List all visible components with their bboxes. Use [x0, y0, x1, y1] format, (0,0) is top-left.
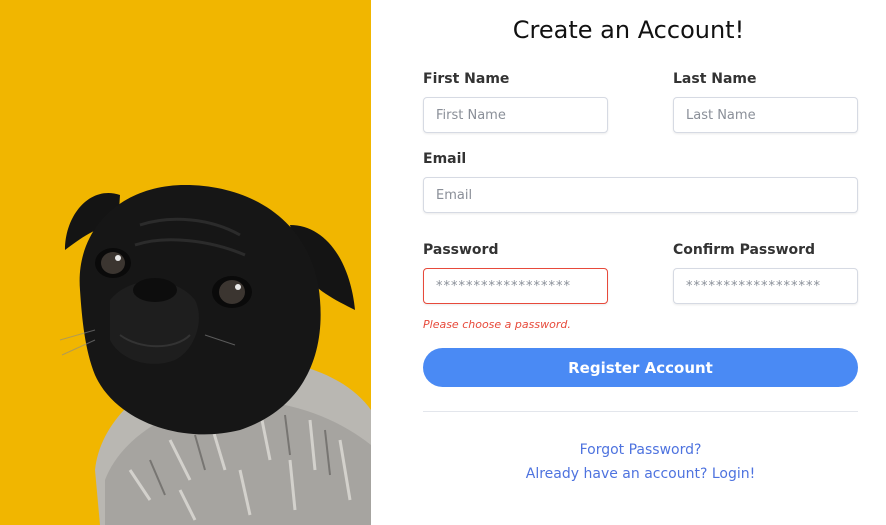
last-name-label: Last Name	[673, 71, 757, 87]
confirm-password-input[interactable]	[673, 268, 858, 304]
email-label: Email	[423, 151, 467, 167]
password-input[interactable]	[423, 268, 608, 304]
email-input[interactable]	[423, 177, 858, 213]
password-label: Password	[423, 242, 499, 258]
pug-illustration	[0, 0, 371, 525]
register-account-button[interactable]: Register Account	[423, 348, 858, 387]
last-name-input[interactable]	[673, 97, 858, 133]
login-link[interactable]: Already have an account? Login!	[371, 466, 886, 482]
divider	[423, 411, 858, 412]
signup-photo	[0, 0, 371, 525]
registration-form: Create an Account! First Name Last Name …	[371, 0, 886, 525]
password-error-message: Please choose a password.	[423, 318, 571, 331]
page-title: Create an Account!	[512, 16, 745, 44]
forgot-password-link[interactable]: Forgot Password?	[371, 442, 886, 458]
first-name-input[interactable]	[423, 97, 608, 133]
confirm-password-label: Confirm Password	[673, 242, 816, 258]
first-name-label: First Name	[423, 71, 510, 87]
